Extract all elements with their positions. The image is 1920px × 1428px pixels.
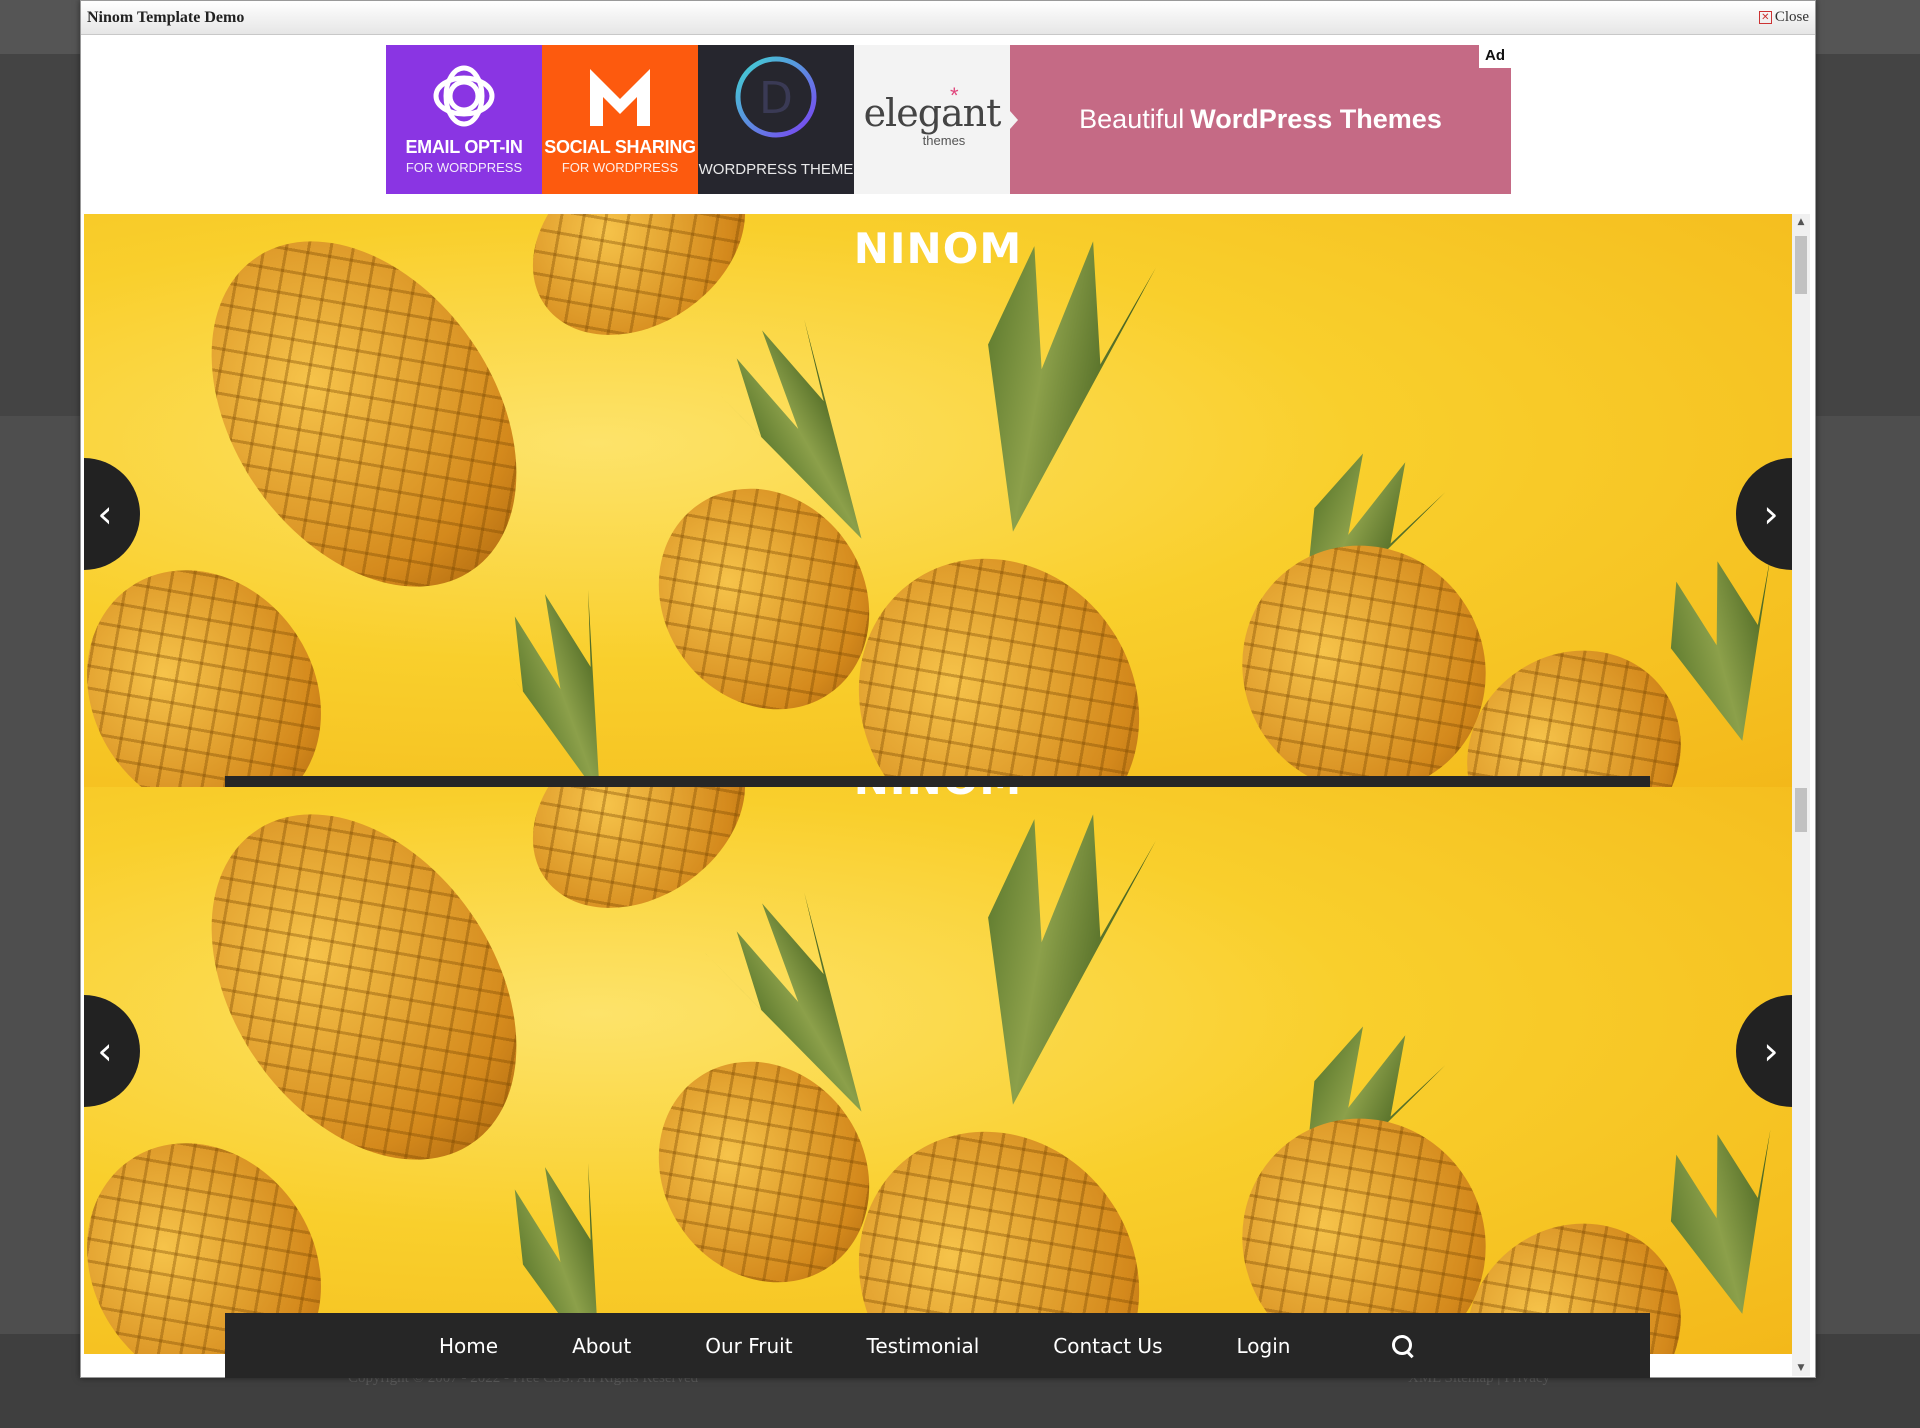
slider-prev-button[interactable]: ‹ (84, 458, 140, 570)
ad-tile-email-subtitle: FOR WORDPRESS (405, 160, 523, 175)
nav-strip-overlap (225, 776, 1650, 787)
pineapple (496, 787, 782, 948)
pineapple-leaves (472, 580, 657, 787)
ad-headline-panel[interactable]: Beautiful WordPress Themes Ad (1010, 45, 1511, 194)
chevron-right-icon[interactable]: › (1763, 492, 1778, 536)
monarch-logo-icon (590, 69, 650, 126)
ad-tile-email-optin[interactable]: EMAIL OPT-IN FOR WORDPRESS (386, 45, 542, 194)
chevron-left-icon[interactable]: ‹ (97, 1029, 112, 1073)
ad-headline-light: Beautiful (1079, 104, 1185, 134)
modal-title: Ninom Template Demo (87, 9, 245, 26)
scroll-up-arrow-icon[interactable]: ▲ (1792, 214, 1810, 230)
ad-tile-email-title: EMAIL OPT-IN (405, 137, 523, 157)
scrollbar-thumb[interactable] (1795, 236, 1807, 294)
hero-title: NINOM (84, 787, 1792, 804)
slider-prev-button[interactable]: ‹ (84, 995, 140, 1107)
ad-tile-social-title: SOCIAL SHARING (544, 137, 696, 157)
hero-slide-duplicate: NINOM ‹ › (84, 787, 1792, 1354)
nav-item-contact-us[interactable]: Contact Us (1053, 1334, 1162, 1358)
slider-next-button[interactable]: › (1736, 458, 1792, 570)
modal-close-label[interactable]: Close (1775, 9, 1809, 26)
nav-item-about[interactable]: About (572, 1334, 631, 1358)
ad-tile-social-sharing[interactable]: SOCIAL SHARING FOR WORDPRESS (542, 45, 698, 194)
nav-item-our-fruit[interactable]: Our Fruit (705, 1334, 792, 1358)
close-icon[interactable]: ✕ (1758, 11, 1772, 24)
elegant-logo-subword: themes (922, 133, 966, 148)
divi-logo-icon: D (735, 56, 817, 138)
pineapple (84, 524, 369, 787)
nav-item-home[interactable]: Home (439, 1334, 498, 1358)
nav-item-testimonial[interactable]: Testimonial (867, 1334, 980, 1358)
scrollbar-thumb-ghost[interactable] (1795, 788, 1807, 832)
ad-tile-divi-subtitle: WORDPRESS THEME (698, 161, 854, 178)
ad-arrow-icon (1010, 111, 1018, 129)
pineapple-leaves (919, 793, 1158, 1121)
ad-headline-bold: WordPress Themes (1190, 104, 1442, 134)
ad-badge[interactable]: Ad (1479, 45, 1511, 68)
ad-banner[interactable]: EMAIL OPT-IN FOR WORDPRESS SOCIAL SHARIN… (386, 45, 1511, 194)
ad-tile-social-subtitle: FOR WORDPRESS (561, 160, 679, 175)
elegant-themes-logo[interactable]: elegant * themes (854, 45, 1010, 194)
scroll-down-arrow-icon[interactable]: ▼ (1792, 1360, 1810, 1376)
bloom-logo-icon (433, 65, 495, 127)
chevron-left-icon[interactable]: ‹ (97, 492, 112, 536)
search-icon[interactable] (1390, 1333, 1416, 1359)
nav-item-login[interactable]: Login (1237, 1334, 1291, 1358)
hero-title: NINOM (853, 224, 1023, 273)
ad-tile-divi-theme[interactable]: D WORDPRESS THEME (698, 45, 854, 194)
elegant-logo-word: elegant (863, 91, 1002, 135)
slider-next-button[interactable]: › (1736, 995, 1792, 1107)
asterisk-icon: * (950, 83, 959, 108)
hero-slide: NINOM ‹ › (84, 214, 1792, 787)
chevron-right-icon[interactable]: › (1763, 1029, 1778, 1073)
modal-titlebar: Ninom Template Demo ✕ Close (81, 1, 1815, 35)
iframe-scrollbar[interactable]: ▲ ▼ (1792, 214, 1810, 1376)
modal-close-button[interactable]: ✕ Close (1758, 9, 1809, 26)
main-navbar: Home About Our Fruit Testimonial Contact… (225, 1313, 1650, 1378)
svg-text:D: D (759, 73, 793, 124)
